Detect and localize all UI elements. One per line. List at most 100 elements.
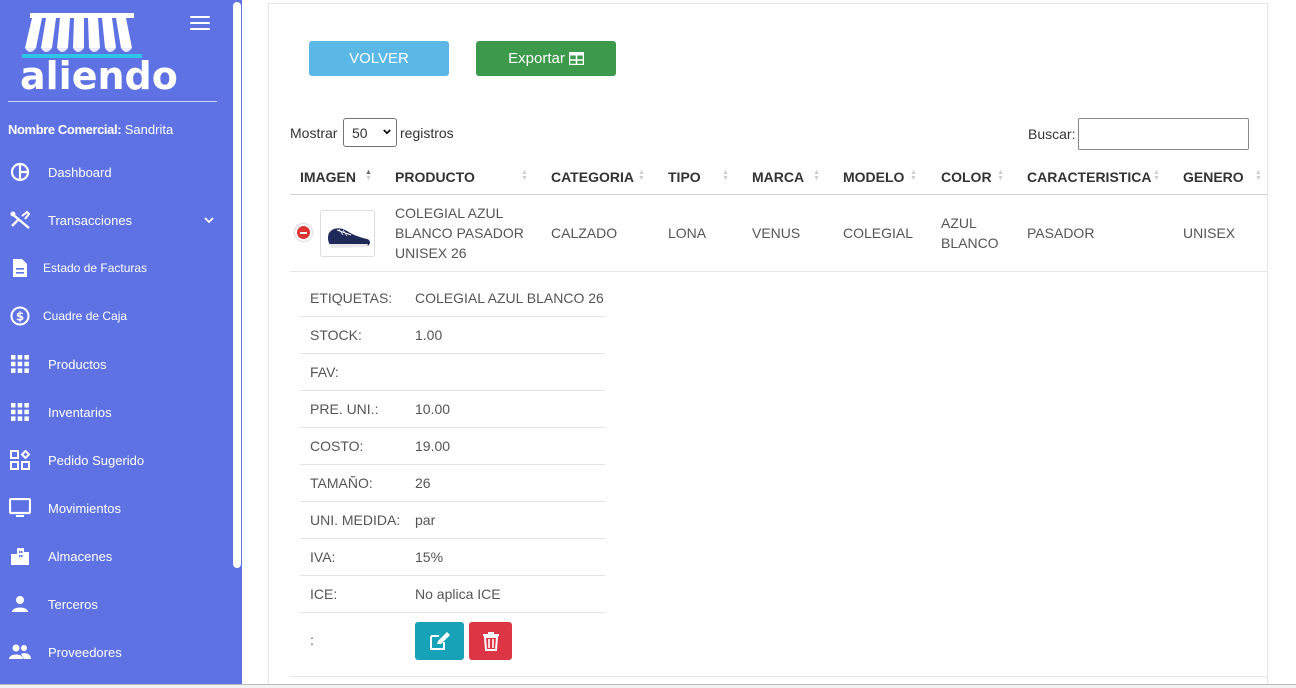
monitor-icon [9, 497, 31, 519]
detail-value-iva: 15% [415, 549, 444, 565]
sidebar-item-cuadre-caja[interactable]: $ Cuadre de Caja [0, 296, 232, 336]
detail-divider [300, 538, 605, 539]
window-bottom-edge [0, 684, 1296, 688]
exportar-button[interactable]: Exportar [476, 41, 616, 76]
sidebar-item-label: Transacciones [48, 212, 133, 228]
sidebar-item-pedido-sugerido[interactable]: Pedido Sugerido [0, 440, 232, 480]
column-header-tipo[interactable]: TIPO [668, 169, 701, 185]
table-header-divider [290, 194, 1268, 195]
hamburger-menu-icon[interactable] [190, 16, 210, 32]
detail-divider [300, 464, 605, 465]
sidebar: aliendo Nombre Comercial: Sandrita Dashb… [0, 0, 242, 688]
detail-divider [300, 612, 605, 613]
detail-value-tamano: 26 [415, 475, 431, 491]
cell-tipo: LONA [668, 225, 707, 241]
awning-icon [22, 13, 142, 58]
merchant-name: Sandrita [124, 122, 174, 137]
detail-value-etiquetas: COLEGIAL AZUL BLANCO 26 [415, 290, 604, 306]
detail-label-fav: FAV: [310, 364, 339, 380]
detail-label-uni-medida: UNI. MEDIDA: [310, 512, 401, 528]
people-icon [9, 641, 31, 663]
chevron-down-icon[interactable] [204, 213, 214, 227]
table-row-divider [290, 271, 1268, 272]
sort-icon: ▲ ▼ [521, 169, 528, 182]
column-header-genero[interactable]: GENERO [1183, 169, 1244, 185]
column-header-caracteristica[interactable]: CARACTERISTICA [1027, 169, 1151, 185]
cell-marca: VENUS [752, 225, 801, 241]
cell-categoria: CALZADO [551, 225, 618, 241]
sidebar-item-label: Dashboard [48, 164, 112, 180]
sidebar-item-productos[interactable]: Productos [0, 344, 232, 384]
sidebar-scroll-thumb[interactable] [233, 2, 241, 568]
detail-label-ice: ICE: [310, 586, 338, 602]
detail-value-ice: No aplica ICE [415, 586, 501, 602]
detail-divider [300, 390, 605, 391]
detail-divider [300, 316, 605, 317]
tools-icon [9, 209, 31, 231]
edit-icon [429, 632, 450, 650]
detail-label-pre-uni: PRE. UNI.: [310, 401, 379, 417]
sidebar-item-label: Productos [48, 356, 107, 372]
product-image[interactable] [320, 210, 375, 257]
column-header-marca[interactable]: MARCA [752, 169, 804, 185]
cell-color: AZUL BLANCO [941, 215, 999, 251]
chevron-down-icon [383, 129, 391, 135]
trash-icon [482, 632, 499, 651]
edit-button[interactable] [415, 622, 464, 660]
sidebar-item-label: Estado de Facturas [43, 261, 148, 275]
cell-genero: UNISEX [1183, 225, 1236, 241]
sidebar-item-label: Cuadre de Caja [43, 309, 128, 323]
collapse-row-icon[interactable] [295, 224, 312, 241]
sidebar-item-label: Inventarios [48, 404, 112, 420]
sidebar-item-terceros[interactable]: Terceros [0, 584, 232, 624]
column-header-modelo[interactable]: MODELO [843, 169, 904, 185]
page-size-select[interactable]: 50 [343, 118, 397, 147]
exportar-button-label: Exportar [508, 50, 565, 67]
sidebar-item-proveedores[interactable]: Proveedores [0, 632, 232, 672]
buildings-icon [9, 545, 31, 567]
delete-button[interactable] [469, 622, 512, 660]
detail-label-tamano: TAMAÑO: [310, 475, 373, 491]
detail-divider [300, 353, 605, 354]
sidebar-item-transacciones[interactable]: Transacciones [0, 200, 232, 240]
sort-icon: ▲ ▼ [722, 169, 729, 182]
document-icon [9, 257, 31, 279]
detail-value-costo: 19.00 [415, 438, 451, 454]
sort-icon: ▲ ▼ [1255, 169, 1262, 182]
sidebar-item-almacenes[interactable]: Almacenes [0, 536, 232, 576]
column-header-imagen[interactable]: IMAGEN [300, 169, 356, 185]
column-header-producto[interactable]: PRODUCTO [395, 169, 475, 185]
sidebar-item-label: Terceros [48, 596, 98, 612]
cell-producto: COLEGIAL AZUL BLANCO PASADOR UNISEX 26 [395, 205, 524, 261]
column-header-categoria[interactable]: CATEGORIA [551, 169, 634, 185]
sidebar-item-estado-facturas[interactable]: Estado de Facturas [0, 248, 232, 288]
sort-icon: ▲ ▼ [910, 169, 917, 182]
cell-modelo: COLEGIAL [843, 225, 914, 241]
dollar-circle-icon: $ [9, 305, 31, 327]
brand-logo[interactable]: aliendo [20, 10, 178, 98]
sidebar-scrollbar[interactable] [232, 0, 242, 688]
search-input[interactable] [1078, 118, 1249, 150]
detail-label-actions: : [310, 632, 314, 648]
sidebar-item-dashboard[interactable]: Dashboard [0, 152, 232, 192]
merchant-info: Nombre Comercial: Sandrita [8, 122, 173, 137]
merchant-label: Nombre Comercial: [8, 122, 122, 137]
column-header-color[interactable]: COLOR [941, 169, 992, 185]
grid-icon [9, 401, 31, 423]
volver-button[interactable]: VOLVER [309, 41, 449, 76]
detail-label-etiquetas: ETIQUETAS: [310, 290, 393, 306]
sort-icon: ▲ ▼ [365, 169, 372, 182]
content-panel: VOLVER Exportar Mostrar 50 registros Bus… [268, 3, 1268, 688]
sort-icon: ▲ ▼ [813, 169, 820, 182]
sidebar-item-label: Almacenes [48, 548, 113, 564]
detail-label-costo: COSTO: [310, 438, 364, 454]
sidebar-item-movimientos[interactable]: Movimientos [0, 488, 232, 528]
detail-label-iva: IVA: [310, 549, 336, 565]
sort-icon: ▲ ▼ [1153, 169, 1160, 182]
detail-divider [300, 575, 605, 576]
table-icon [568, 52, 584, 65]
sidebar-item-inventarios[interactable]: Inventarios [0, 392, 232, 432]
sidebar-item-label: Movimientos [48, 500, 121, 516]
sidebar-item-label: Pedido Sugerido [48, 452, 145, 468]
detail-divider [300, 427, 605, 428]
